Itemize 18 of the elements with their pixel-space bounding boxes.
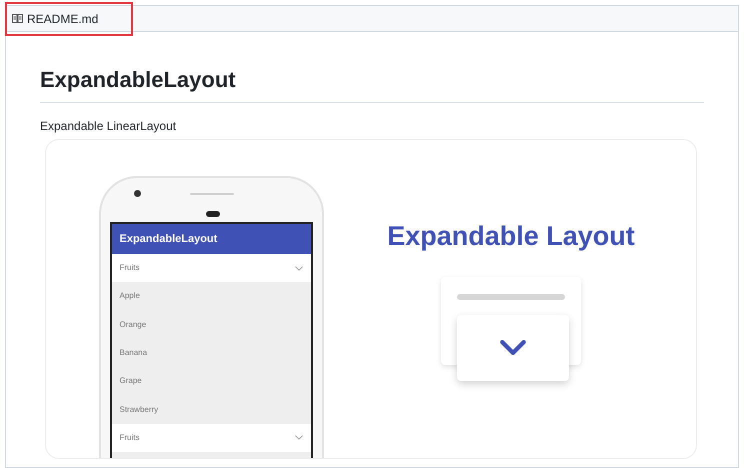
readme-heading: ExpandableLayout xyxy=(40,66,704,103)
list-item[interactable]: Strawberry xyxy=(112,396,310,424)
app-title: ExpandableLayout xyxy=(120,232,218,247)
section-header[interactable]: Fruits xyxy=(112,424,310,452)
file-name[interactable]: README.md xyxy=(27,10,98,28)
book-icon xyxy=(12,14,23,23)
chevron-down-icon xyxy=(294,266,302,270)
list-item[interactable]: Grape xyxy=(112,367,310,396)
section-header[interactable]: Fruits xyxy=(112,254,310,282)
list-item[interactable]: Banana xyxy=(112,338,310,368)
list-item[interactable]: Orange xyxy=(112,310,310,339)
readme-subtitle: Expandable LinearLayout xyxy=(40,118,178,135)
sensor-drawing xyxy=(206,211,220,217)
list-item[interactable]: Apple xyxy=(112,282,310,310)
chevron-down-icon xyxy=(500,340,526,355)
camera-icon xyxy=(134,190,140,197)
chevron-down-icon xyxy=(294,435,302,440)
banner-title: Expandable Layout xyxy=(387,220,635,253)
